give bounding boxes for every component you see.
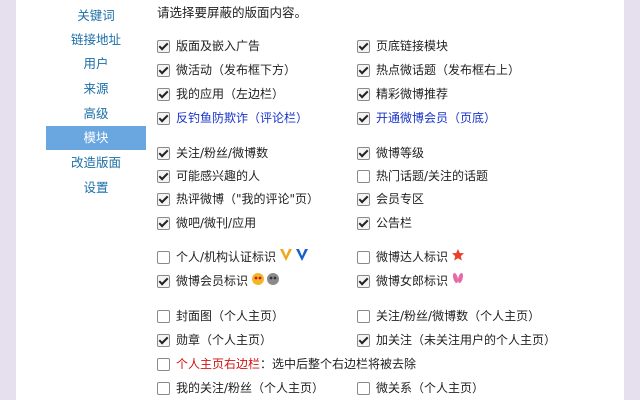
option-page-ads[interactable]: 版面及嵌入广告 xyxy=(157,37,260,55)
sidebar-item-keywords[interactable]: 关键词 xyxy=(46,4,146,28)
option-add-follow[interactable]: 加关注（未关注用户的个人主页） xyxy=(357,331,556,349)
checkbox[interactable] xyxy=(157,333,170,347)
checkbox[interactable] xyxy=(357,216,370,230)
checkbox[interactable] xyxy=(357,250,370,264)
option-expert-badge[interactable]: 微博达人标识 xyxy=(357,248,465,266)
option-weibo-girl-badge[interactable]: 微博女郎标识 xyxy=(357,272,465,290)
option-profile-right-sidebar[interactable]: 个人主页右边栏 ：选中后整个右边栏将被去除 xyxy=(157,355,416,373)
bunny-ears-icon xyxy=(451,272,465,291)
checkbox[interactable] xyxy=(157,146,170,160)
option-member-zone[interactable]: 会员专区 xyxy=(357,190,424,208)
option-profile-follow-counts[interactable]: 关注/粉丝/微博数（个人主页） xyxy=(357,307,540,325)
page-instruction: 请选择要屏蔽的版面内容。 xyxy=(157,5,308,20)
checkbox[interactable] xyxy=(157,381,170,395)
checkbox[interactable] xyxy=(357,381,370,395)
checkbox[interactable] xyxy=(357,333,370,347)
option-footer-links[interactable]: 页底链接模块 xyxy=(357,37,448,55)
module-options: 请选择要屏蔽的版面内容。 版面及嵌入广告 页底链接模块 微活动（发布框下方） 热… xyxy=(157,0,627,400)
checkbox[interactable] xyxy=(157,274,170,288)
checkbox[interactable] xyxy=(157,169,170,183)
checkbox[interactable] xyxy=(357,169,370,183)
option-hot-comments[interactable]: 热评微博（"我的评论"页） xyxy=(157,190,319,208)
checkbox[interactable] xyxy=(157,357,170,371)
option-follow-counts[interactable]: 关注/粉丝/微博数 xyxy=(157,144,268,162)
option-anti-phishing[interactable]: 反钓鱼防欺诈（评论栏） xyxy=(157,109,308,127)
checkbox[interactable] xyxy=(357,146,370,160)
checkbox[interactable] xyxy=(157,63,170,77)
checkbox[interactable] xyxy=(357,87,370,101)
sidebar-item-link-address[interactable]: 链接地址 xyxy=(46,28,146,52)
option-hot-followed-topics[interactable]: 热门话题/关注的话题 xyxy=(357,167,488,185)
checkbox[interactable] xyxy=(357,309,370,323)
sidebar-item-source[interactable]: 来源 xyxy=(46,77,146,101)
sidebar-item-advanced[interactable]: 高级 xyxy=(46,102,146,126)
option-micro-activities[interactable]: 微活动（发布框下方） xyxy=(157,61,296,79)
option-bulletin[interactable]: 公告栏 xyxy=(357,214,412,232)
sidebar-item-settings[interactable]: 设置 xyxy=(46,176,146,200)
checkbox[interactable] xyxy=(157,216,170,230)
checkbox[interactable] xyxy=(357,192,370,206)
sidebar-item-redesign[interactable]: 改造版面 xyxy=(46,151,146,175)
option-recommended-weibo[interactable]: 精彩微博推荐 xyxy=(357,85,448,103)
checkbox[interactable] xyxy=(357,39,370,53)
option-weiba-apps[interactable]: 微吧/微刊/应用 xyxy=(157,214,256,232)
checkbox[interactable] xyxy=(157,309,170,323)
option-member-badge[interactable]: 微博会员标识 xyxy=(157,272,281,290)
verified-v-icon xyxy=(279,248,311,267)
option-hot-topics[interactable]: 热点微话题（发布框右上） xyxy=(357,61,520,79)
checkbox[interactable] xyxy=(157,111,170,125)
member-face-icon xyxy=(251,272,281,291)
star-badge-icon xyxy=(451,248,465,267)
option-verified-badge[interactable]: 个人/机构认证标识 xyxy=(157,248,311,266)
checkbox[interactable] xyxy=(157,250,170,264)
checkbox[interactable] xyxy=(157,39,170,53)
sidebar-item-modules[interactable]: 模块 xyxy=(46,126,146,150)
option-open-membership[interactable]: 开通微博会员（页底） xyxy=(357,109,496,127)
sidebar: 关键词 链接地址 用户 来源 高级 模块 改造版面 设置 xyxy=(46,0,146,400)
option-weibo-level[interactable]: 微博等级 xyxy=(357,144,424,162)
checkbox[interactable] xyxy=(357,111,370,125)
sidebar-item-users[interactable]: 用户 xyxy=(46,52,146,76)
checkbox[interactable] xyxy=(157,87,170,101)
option-my-follows-fans[interactable]: 我的关注/粉丝（个人主页） xyxy=(157,379,324,397)
checkbox[interactable] xyxy=(157,192,170,206)
option-people-you-may-like[interactable]: 可能感兴趣的人 xyxy=(157,167,260,185)
checkbox[interactable] xyxy=(357,63,370,77)
option-my-apps[interactable]: 我的应用（左边栏） xyxy=(157,85,284,103)
option-cover-image[interactable]: 封面图（个人主页） xyxy=(157,307,284,325)
checkbox[interactable] xyxy=(357,274,370,288)
option-micro-relations[interactable]: 微关系（个人主页） xyxy=(357,379,484,397)
option-medals[interactable]: 勋章（个人主页） xyxy=(157,331,272,349)
